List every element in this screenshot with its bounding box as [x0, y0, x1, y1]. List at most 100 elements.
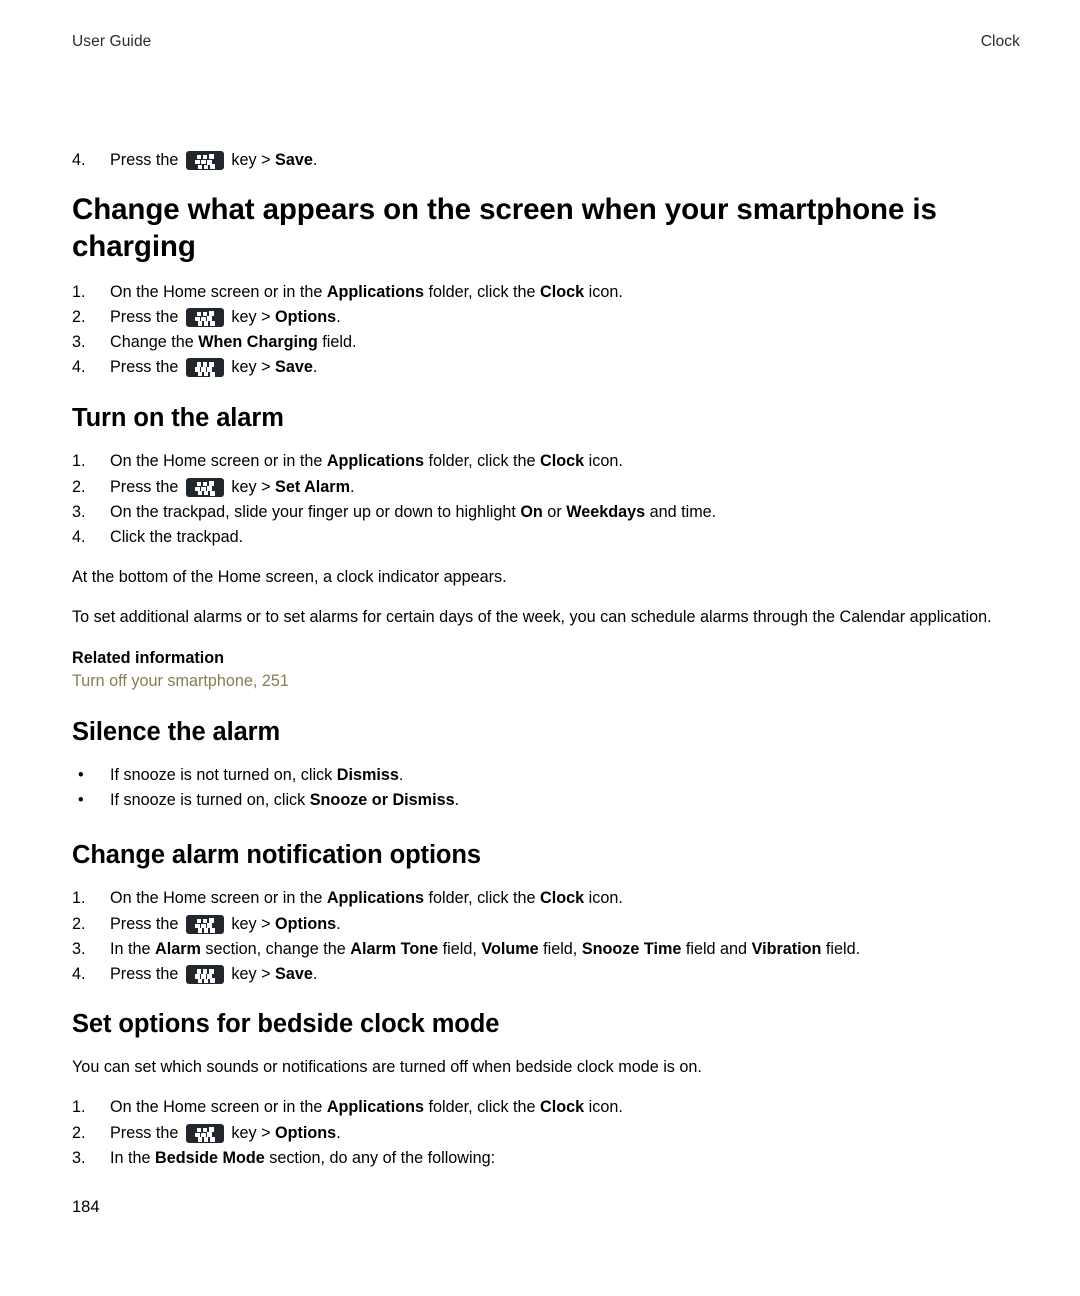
- text-run: Press the: [110, 358, 183, 377]
- list-item: 3. In the Alarm section, change the Alarm…: [72, 937, 1016, 962]
- list-marker: 1.: [72, 889, 86, 908]
- list-item-text: Change the When Charging field.: [110, 333, 357, 351]
- list-item: 1. On the Home screen or in the Applicati…: [72, 280, 1016, 305]
- list-item-text: Press the key > Options.: [110, 307, 341, 327]
- list-item: • If snooze is not turned on, click Dismi…: [72, 763, 1016, 788]
- text-run: .: [312, 358, 318, 377]
- running-header: User Guide Clock: [72, 33, 1020, 51]
- list-item: 1. On the Home screen or in the Applicati…: [72, 449, 1016, 474]
- text-run: key >: [226, 965, 276, 984]
- text-run: key >: [226, 914, 276, 933]
- emphasis-text: Options: [275, 1123, 337, 1142]
- list-item-text: Press the key > Save.: [110, 151, 318, 170]
- text-run: Change the: [110, 333, 199, 352]
- text-run: folder, click the: [423, 282, 541, 301]
- text-run: Press the: [110, 914, 183, 933]
- list-marker: 2.: [72, 1123, 86, 1142]
- list-item-text: Press the key > Save.: [110, 965, 317, 985]
- paragraph: You can set which sounds or notification…: [72, 1057, 702, 1076]
- list-item-text: On the Home screen or in the Application…: [110, 452, 623, 470]
- text-run: section, do any of the following:: [264, 1149, 496, 1167]
- list-item-text: Press the key > Save.: [110, 358, 318, 378]
- text-run: .: [454, 791, 460, 810]
- blackberry-menu-key-icon: [185, 914, 224, 934]
- related-link-row: Turn off your smartphone, 251: [72, 670, 1016, 693]
- text-run: Press the: [110, 307, 183, 326]
- text-run: field,: [438, 939, 482, 958]
- list-item-text: In the Alarm section, change the Alarm T…: [110, 940, 860, 958]
- list-item: 2. Press the key > Set Alarm.: [72, 475, 1016, 500]
- emphasis-text: Snooze Time: [581, 939, 682, 958]
- related-information-label: Related information: [72, 649, 224, 668]
- emphasis-text: Vibration: [751, 939, 822, 958]
- paragraph: To set additional alarms or to set alarm…: [72, 607, 992, 626]
- emphasis-text: Options: [275, 307, 337, 326]
- text-run: On the Home screen or in the: [110, 1098, 327, 1117]
- list-item: 4. Press the key > Save.: [72, 148, 1016, 173]
- list-item-text: If snooze is turned on, click Snooze or …: [110, 791, 459, 809]
- emphasis-text: Options: [275, 914, 337, 933]
- list-item: 4. Press the key > Save.: [72, 355, 1016, 380]
- text-run: icon.: [584, 282, 623, 301]
- list-item: 1. On the Home screen or in the Applicati…: [72, 886, 1016, 911]
- list-item-text: Press the key > Set Alarm.: [110, 477, 355, 497]
- emphasis-text: On: [520, 502, 543, 521]
- emphasis-text: Clock: [540, 1098, 585, 1117]
- list-item: 4. Press the key > Save.: [72, 962, 1016, 987]
- emphasis-text: Set Alarm: [275, 477, 351, 496]
- text-run: field and: [681, 939, 752, 958]
- list-item-text: On the trackpad, slide your finger up or…: [110, 503, 716, 521]
- text-run: or: [542, 502, 567, 521]
- text-run: field.: [317, 333, 357, 352]
- list-marker: 1.: [72, 282, 86, 301]
- running-header-left: User Guide: [72, 33, 152, 50]
- list-item: 1. On the Home screen or in the Applicati…: [72, 1095, 1016, 1120]
- text-run: Press the: [110, 151, 183, 169]
- related-information-link[interactable]: Turn off your smartphone, 251: [72, 670, 289, 693]
- text-run: key >: [226, 151, 276, 169]
- emphasis-text: Alarm Tone: [350, 939, 439, 958]
- blackberry-menu-key-icon: [185, 477, 224, 497]
- ordered-step-list: 4. Press the key > Save.: [72, 148, 1016, 173]
- section-heading-change-what-appears: Change what appears on the screen when y…: [72, 193, 937, 264]
- list-item: 4. Click the trackpad.: [72, 525, 1016, 550]
- emphasis-text: When Charging: [198, 333, 318, 352]
- emphasis-text: Clock: [540, 282, 585, 301]
- text-run: icon.: [584, 889, 623, 908]
- text-run: .: [336, 1123, 341, 1142]
- text-run: and time.: [645, 502, 717, 521]
- text-run: .: [336, 307, 341, 326]
- blackberry-menu-key-icon: [185, 1123, 224, 1143]
- emphasis-text: Bedside Mode: [155, 1149, 265, 1167]
- text-run: key >: [226, 477, 276, 496]
- text-run: Click the trackpad.: [110, 528, 244, 547]
- list-item: 3. Change the When Charging field.: [72, 330, 1016, 355]
- list-item: 2. Press the key > Options.: [72, 305, 1016, 330]
- ordered-step-list: 1. On the Home screen or in the Applicati…: [72, 280, 1016, 381]
- emphasis-text: Volume: [481, 939, 539, 958]
- list-marker: 3.: [72, 502, 86, 521]
- blackberry-menu-key-icon: [185, 965, 224, 985]
- ordered-step-list: 1. On the Home screen or in the Applicati…: [72, 449, 1016, 550]
- list-marker: 2.: [72, 307, 86, 326]
- emphasis-text: Save: [275, 965, 313, 984]
- ordered-step-list: 1. On the Home screen or in the Applicati…: [72, 1095, 1016, 1171]
- text-run: key >: [226, 307, 276, 326]
- list-item-text: In the Bedside Mode section, do any of t…: [110, 1149, 495, 1167]
- list-marker: 3.: [72, 939, 86, 958]
- text-run: .: [398, 766, 404, 785]
- text-run: On the Home screen or in the: [110, 889, 327, 908]
- text-run: .: [312, 151, 318, 169]
- list-item-text: On the Home screen or in the Application…: [110, 1098, 623, 1116]
- bullet-marker: •: [78, 791, 84, 810]
- list-item-text: If snooze is not turned on, click Dismis…: [110, 766, 403, 784]
- bullet-list: • If snooze is not turned on, click Dismi…: [72, 763, 1016, 814]
- emphasis-text: Snooze or Dismiss: [309, 791, 455, 810]
- emphasis-text: Applications: [326, 889, 424, 908]
